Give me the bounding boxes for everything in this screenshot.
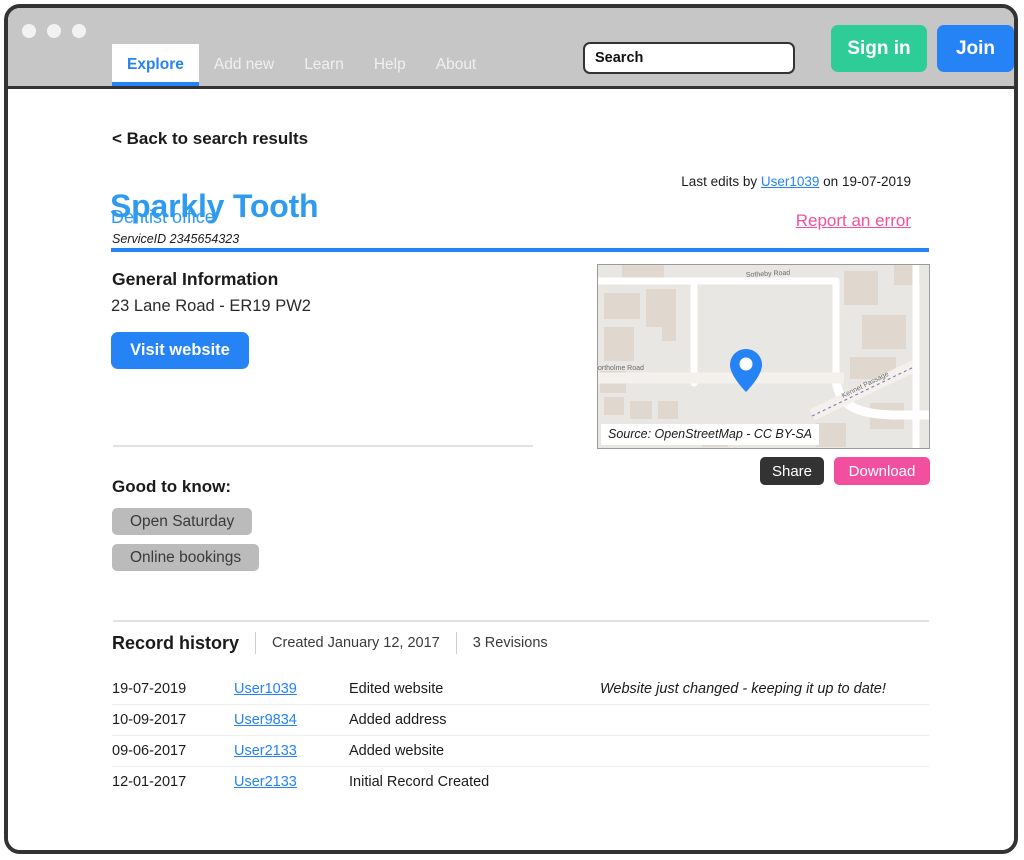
history-action: Initial Record Created	[349, 774, 490, 790]
window-controls	[22, 24, 86, 38]
nav-item-add-new[interactable]: Add new	[199, 44, 289, 86]
record-history-header: Record history Created January 12, 2017 …	[112, 629, 548, 657]
history-date: 09-06-2017	[112, 743, 187, 759]
visit-website-button[interactable]: Visit website	[111, 332, 249, 369]
main-navigation: Explore Add new Learn Help About	[112, 44, 491, 86]
nav-item-learn[interactable]: Learn	[289, 44, 359, 86]
browser-window: Explore Add new Learn Help About Search …	[4, 4, 1018, 854]
history-action: Added address	[349, 712, 447, 728]
last-edits-user-link[interactable]: User1039	[761, 174, 820, 189]
table-row: 12-01-2017 User2133 Initial Record Creat…	[112, 767, 929, 797]
minimize-dot-icon[interactable]	[47, 24, 61, 38]
page-content: < Back to search results Sparkly Tooth D…	[8, 89, 1014, 850]
nav-item-explore[interactable]: Explore	[112, 44, 199, 86]
table-row: 10-09-2017 User9834 Added address	[112, 705, 929, 736]
map-attribution: Source: OpenStreetMap - CC BY-SA	[601, 424, 820, 445]
table-row: 09-06-2017 User2133 Added website	[112, 736, 929, 767]
download-button[interactable]: Download	[834, 457, 930, 485]
history-user-link[interactable]: User9834	[234, 712, 349, 728]
history-user-link[interactable]: User1039	[234, 681, 349, 697]
share-button[interactable]: Share	[760, 457, 824, 485]
search-input-value: Search	[595, 50, 644, 66]
good-to-know-tag: Online bookings	[112, 544, 260, 571]
report-an-error-link[interactable]: Report an error	[796, 211, 911, 231]
history-date: 12-01-2017	[112, 774, 187, 790]
record-history-table: 19-07-2019 User1039 Edited website Websi…	[112, 674, 929, 797]
title-divider	[111, 248, 929, 252]
location-map[interactable]: Sotheby Road ortholme Road Kennet Passag…	[597, 264, 930, 449]
search-input[interactable]: Search	[583, 42, 795, 74]
history-note: Website just changed - keeping it up to …	[600, 681, 886, 697]
good-to-know-tag: Open Saturday	[112, 508, 253, 535]
address-text: 23 Lane Road - ER19 PW2	[111, 297, 311, 315]
back-to-search-results-link[interactable]: < Back to search results	[112, 129, 308, 149]
record-history-separator	[255, 632, 257, 654]
section-divider-2	[113, 620, 929, 622]
history-date: 19-07-2019	[112, 681, 187, 697]
last-edits-info: Last edits by User1039 on 19-07-2019	[681, 174, 911, 189]
window-titlebar: Explore Add new Learn Help About Search …	[8, 8, 1014, 89]
map-graphic: Sotheby Road ortholme Road Kennet Passag…	[598, 265, 929, 448]
maximize-dot-icon[interactable]	[72, 24, 86, 38]
general-information-heading: General Information	[112, 269, 279, 289]
record-revisions-count: 3 Revisions	[472, 635, 548, 651]
last-edits-prefix: Last edits by	[681, 174, 758, 189]
close-dot-icon[interactable]	[22, 24, 36, 38]
history-action: Edited website	[349, 681, 444, 697]
join-button[interactable]: Join	[937, 25, 1014, 72]
record-created-date: Created January 12, 2017	[272, 635, 440, 651]
service-id: ServiceID 2345654323	[112, 232, 240, 246]
last-edits-date: on 19-07-2019	[823, 174, 911, 189]
history-action: Added website	[349, 743, 445, 759]
record-history-separator	[455, 632, 457, 654]
history-user-link[interactable]: User2133	[234, 774, 349, 790]
nav-item-help[interactable]: Help	[359, 44, 421, 86]
good-to-know-heading: Good to know:	[112, 477, 231, 496]
table-row: 19-07-2019 User1039 Edited website Websi…	[112, 674, 929, 705]
section-divider-1	[113, 445, 533, 447]
history-date: 10-09-2017	[112, 712, 187, 728]
sign-in-button[interactable]: Sign in	[831, 25, 927, 72]
record-history-heading: Record history	[112, 632, 240, 653]
history-user-link[interactable]: User2133	[234, 743, 349, 759]
page-subtitle: Dentist office	[111, 207, 215, 227]
nav-item-about[interactable]: About	[421, 44, 492, 86]
svg-text:ortholme Road: ortholme Road	[598, 365, 644, 372]
